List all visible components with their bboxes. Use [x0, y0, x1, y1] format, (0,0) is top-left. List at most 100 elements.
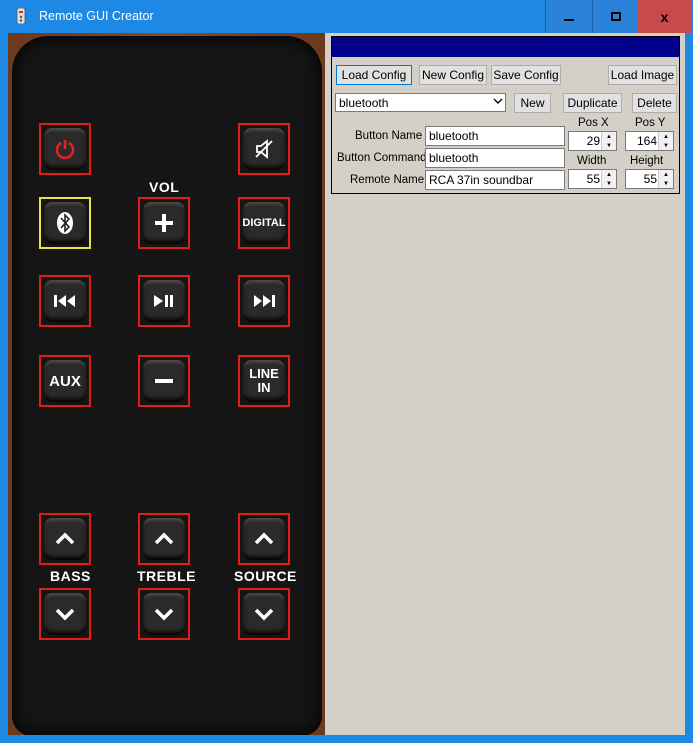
- aux-button-face: AUX: [44, 360, 86, 402]
- skip-back-icon: [54, 295, 75, 307]
- volume-down-face: [143, 360, 185, 402]
- minimize-button[interactable]: [545, 0, 591, 33]
- remote-button-power[interactable]: [39, 123, 91, 175]
- close-icon: x: [660, 8, 669, 25]
- button-name-input[interactable]: bluetooth: [425, 126, 565, 146]
- play-pause-button-face: [143, 280, 185, 322]
- line-in-button-face: LINE IN: [243, 360, 285, 402]
- chevron-up-icon: [154, 532, 174, 545]
- previous-button-face: [44, 280, 86, 322]
- delete-button[interactable]: Delete: [632, 93, 677, 113]
- save-config-button[interactable]: Save Config: [491, 65, 561, 85]
- spin-down-icon[interactable]: ▼: [601, 141, 616, 150]
- remote-button-mute[interactable]: [238, 123, 290, 175]
- height-spinner[interactable]: 55 ▲ ▼: [625, 169, 674, 189]
- new-config-button[interactable]: New Config: [419, 65, 487, 85]
- button-select-dropdown[interactable]: bluetooth: [335, 93, 506, 112]
- source-down-face: [243, 593, 285, 635]
- chevron-up-icon: [55, 532, 75, 545]
- bluetooth-button-face: [44, 202, 86, 244]
- remote-button-source-down[interactable]: [238, 588, 290, 640]
- power-button-face: [44, 128, 86, 170]
- panel-header: [332, 37, 679, 57]
- button-name-label: Button Name: [355, 130, 423, 142]
- vol-label: VOL: [149, 179, 180, 195]
- pos-y-spinner[interactable]: 164 ▲ ▼: [625, 131, 674, 151]
- spin-down-icon[interactable]: ▼: [601, 179, 616, 188]
- remote-app-icon: [16, 8, 26, 24]
- chevron-down-icon: [55, 608, 75, 621]
- chevron-down-icon: [154, 608, 174, 621]
- power-icon: [55, 140, 75, 160]
- window-title: Remote GUI Creator: [39, 9, 154, 23]
- bass-label: BASS: [50, 568, 91, 584]
- remote-button-bass-up[interactable]: [39, 513, 91, 565]
- pos-x-label: Pos X: [578, 117, 609, 129]
- remote-button-digital[interactable]: DIGITAL: [238, 197, 290, 249]
- remote-button-bass-down[interactable]: [39, 588, 91, 640]
- maximize-icon: [610, 11, 621, 21]
- skip-forward-icon: [254, 295, 275, 307]
- remote-button-source-up[interactable]: [238, 513, 290, 565]
- close-button[interactable]: x: [637, 0, 692, 33]
- bass-down-face: [44, 593, 86, 635]
- button-select-value: bluetooth: [339, 96, 389, 110]
- mute-button-face: [243, 128, 285, 170]
- spin-up-icon[interactable]: ▲: [601, 132, 616, 141]
- bluetooth-icon: [57, 212, 73, 234]
- remote-name-input[interactable]: RCA 37in soundbar: [425, 170, 565, 190]
- treble-label: TREBLE: [137, 568, 196, 584]
- remote-button-aux[interactable]: AUX: [39, 355, 91, 407]
- config-panel: Load Config New Config Save Config Load …: [331, 36, 680, 194]
- source-up-face: [243, 518, 285, 560]
- button-command-label: Button Command: [337, 152, 427, 164]
- client-area: VOL DIGITAL AUX LINE IN BASS TREBLE SOUR…: [8, 33, 685, 735]
- pos-y-value: 164: [636, 134, 657, 148]
- load-config-button[interactable]: Load Config: [336, 65, 412, 85]
- treble-up-face: [143, 518, 185, 560]
- play-pause-icon: [154, 295, 173, 307]
- minus-icon: [155, 379, 173, 383]
- remote-button-volume-up[interactable]: [138, 197, 190, 249]
- spin-up-icon[interactable]: ▲: [658, 170, 673, 179]
- chevron-down-icon: [493, 98, 503, 104]
- load-image-button[interactable]: Load Image: [608, 65, 677, 85]
- pos-x-value: 29: [586, 134, 600, 148]
- spin-down-icon[interactable]: ▼: [658, 179, 673, 188]
- chevron-up-icon: [254, 532, 274, 545]
- remote-button-treble-up[interactable]: [138, 513, 190, 565]
- remote-image-canvas[interactable]: VOL DIGITAL AUX LINE IN BASS TREBLE SOUR…: [8, 33, 325, 735]
- mute-icon: [255, 139, 273, 159]
- maximize-button[interactable]: [592, 0, 638, 33]
- volume-up-face: [143, 202, 185, 244]
- source-label: SOURCE: [234, 568, 297, 584]
- new-button[interactable]: New: [514, 93, 551, 113]
- chevron-down-icon: [254, 608, 274, 621]
- height-label: Height: [630, 155, 664, 167]
- remote-button-treble-down[interactable]: [138, 588, 190, 640]
- treble-down-face: [143, 593, 185, 635]
- bass-up-face: [44, 518, 86, 560]
- spin-down-icon[interactable]: ▼: [658, 141, 673, 150]
- remote-button-previous[interactable]: [39, 275, 91, 327]
- remote-button-bluetooth[interactable]: [39, 197, 91, 249]
- remote-button-next[interactable]: [238, 275, 290, 327]
- digital-button-face: DIGITAL: [242, 202, 286, 244]
- duplicate-button[interactable]: Duplicate: [563, 93, 622, 113]
- spin-up-icon[interactable]: ▲: [601, 170, 616, 179]
- width-spinner[interactable]: 55 ▲ ▼: [568, 169, 617, 189]
- next-button-face: [243, 280, 285, 322]
- width-value: 55: [586, 172, 600, 186]
- width-label: Width: [577, 155, 607, 167]
- title-bar[interactable]: Remote GUI Creator x: [0, 0, 693, 33]
- spin-up-icon[interactable]: ▲: [658, 132, 673, 141]
- pos-x-spinner[interactable]: 29 ▲ ▼: [568, 131, 617, 151]
- app-window: Remote GUI Creator x VOL DIGITAL AUX LIN…: [0, 0, 693, 743]
- remote-button-volume-down[interactable]: [138, 355, 190, 407]
- pos-y-label: Pos Y: [635, 117, 666, 129]
- remote-button-line-in[interactable]: LINE IN: [238, 355, 290, 407]
- plus-icon: [155, 214, 173, 232]
- remote-button-play-pause[interactable]: [138, 275, 190, 327]
- button-command-input[interactable]: bluetooth: [425, 148, 565, 168]
- height-value: 55: [643, 172, 657, 186]
